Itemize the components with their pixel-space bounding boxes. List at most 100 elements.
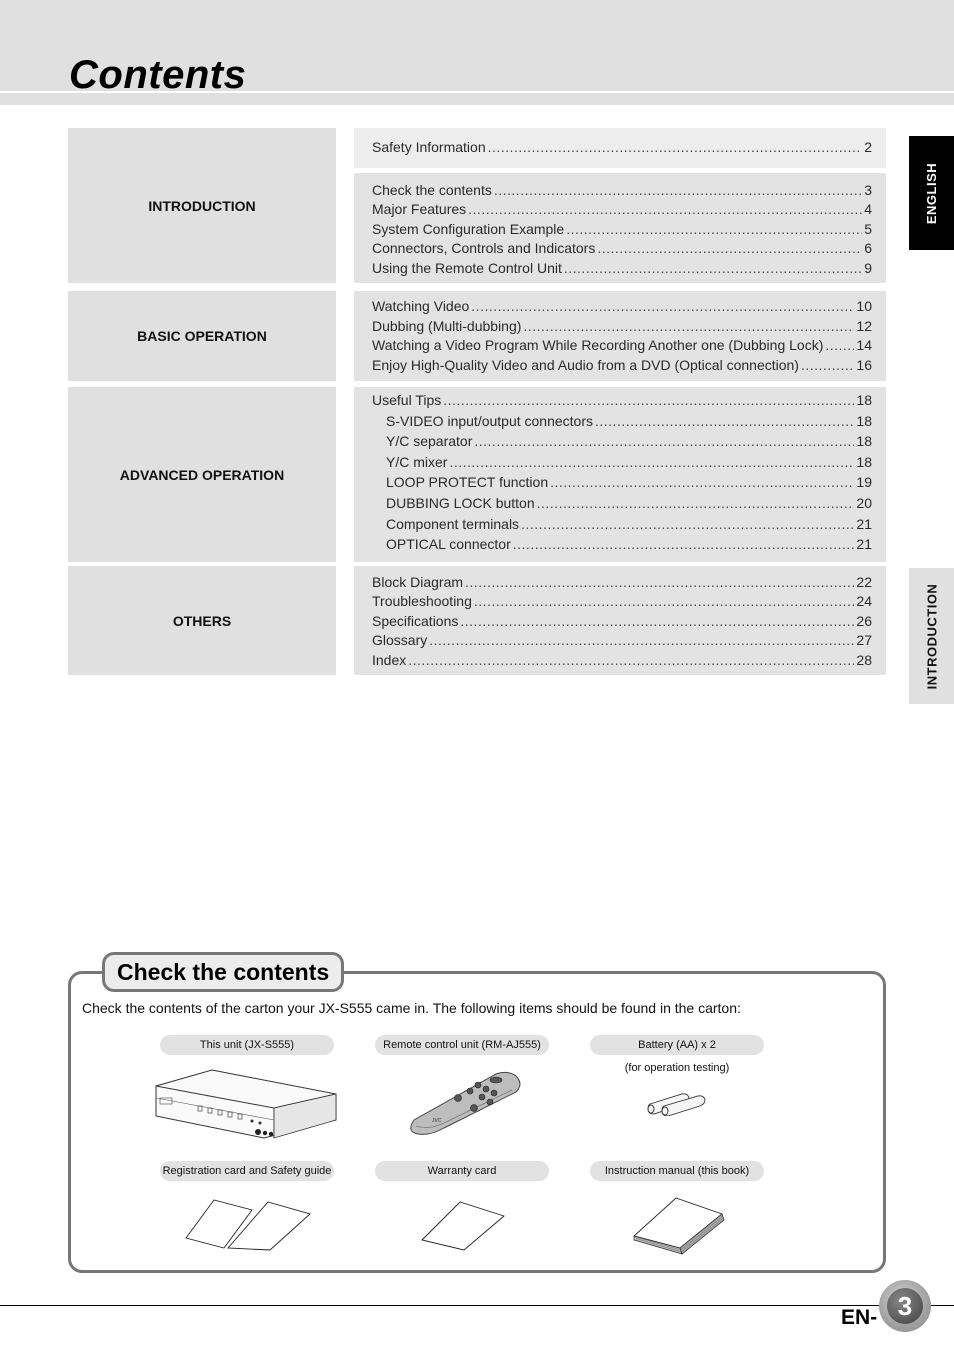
item-label: Battery (AA) x 2 bbox=[590, 1035, 764, 1055]
dot-leader bbox=[825, 335, 854, 355]
remote-control-icon: JVC bbox=[410, 1071, 521, 1135]
toc-entry[interactable]: Major Features 4 bbox=[372, 199, 872, 218]
toc-group-others: Block Diagram22Troubleshooting24Specific… bbox=[354, 566, 886, 675]
dot-leader bbox=[494, 180, 862, 200]
card-icon bbox=[421, 1201, 505, 1251]
toc-entry-title: Using the Remote Control Unit bbox=[372, 259, 562, 276]
toc-group-safety: Safety Information 2 bbox=[354, 128, 886, 168]
toc-entry[interactable]: OPTICAL connector 21 bbox=[372, 534, 872, 555]
toc-entry[interactable]: LOOP PROTECT function 19 bbox=[372, 472, 872, 493]
toc-entry-page: 20 bbox=[856, 494, 872, 511]
toc-entry-page: 19 bbox=[856, 474, 872, 491]
dot-leader bbox=[474, 591, 855, 611]
dot-leader bbox=[550, 472, 854, 492]
check-contents-title: Check the contents bbox=[102, 952, 345, 992]
toc-entry-page: 2 bbox=[864, 139, 872, 155]
toc-entry-title: Safety Information bbox=[372, 139, 486, 155]
toc-entry[interactable]: Watching a Video Program While Recording… bbox=[372, 335, 872, 355]
toc-entry[interactable]: Useful Tips 18 bbox=[372, 390, 872, 411]
toc-entry-page: 18 bbox=[856, 433, 872, 450]
toc-entry[interactable]: Troubleshooting 24 bbox=[372, 591, 872, 610]
toc-entry-page: 18 bbox=[856, 392, 872, 408]
toc-entry-page: 21 bbox=[856, 536, 872, 553]
toc-entry-page: 12 bbox=[856, 317, 872, 334]
language-tab[interactable]: ENGLISH bbox=[909, 136, 954, 250]
toc-entry-title: Index bbox=[372, 651, 407, 668]
check-contents-intro: Check the contents of the carton your JX… bbox=[82, 1000, 741, 1016]
toc-entry[interactable]: Index 28 bbox=[372, 650, 872, 669]
footer-divider bbox=[0, 1305, 954, 1306]
av-unit-icon bbox=[155, 1069, 337, 1139]
toc-entry-page: 14 bbox=[856, 337, 872, 353]
toc-entry-page: 16 bbox=[856, 356, 872, 373]
section-label: BASIC OPERATION bbox=[137, 328, 267, 344]
toc-entry[interactable]: DUBBING LOCK button 20 bbox=[372, 493, 872, 514]
dot-leader bbox=[488, 137, 863, 157]
toc-entry[interactable]: Connectors, Controls and Indicators 6 bbox=[372, 238, 872, 257]
toc-entry-title: LOOP PROTECT function bbox=[386, 474, 549, 491]
page-number: 3 bbox=[887, 1288, 923, 1324]
battery-icon bbox=[647, 1093, 706, 1116]
toc-entry[interactable]: Specifications 26 bbox=[372, 611, 872, 630]
dot-leader bbox=[537, 493, 855, 513]
toc-entry-page: 5 bbox=[864, 220, 872, 237]
toc-entry[interactable]: Block Diagram 22 bbox=[372, 572, 872, 591]
item-label: Remote control unit (RM-AJ555) bbox=[375, 1035, 549, 1055]
language-tab-label: ENGLISH bbox=[924, 162, 940, 224]
section-label: ADVANCED OPERATION bbox=[119, 466, 285, 483]
toc-entry[interactable]: Y/C separator 18 bbox=[372, 431, 872, 452]
toc-entry-page: 28 bbox=[856, 651, 872, 668]
section-tab-label: INTRODUCTION bbox=[924, 583, 940, 689]
toc-entry[interactable]: Component terminals 21 bbox=[372, 514, 872, 535]
toc-entry[interactable]: S-VIDEO input/output connectors 18 bbox=[372, 411, 872, 432]
dot-leader bbox=[429, 630, 854, 650]
toc-entry-title: Troubleshooting bbox=[372, 593, 472, 610]
toc-entry[interactable]: Dubbing (Multi-dubbing) 12 bbox=[372, 316, 872, 336]
toc-entry-title: Block Diagram bbox=[372, 574, 464, 590]
toc-entry[interactable]: Check the contents 3 bbox=[372, 180, 872, 199]
toc-entry-title: Y/C mixer bbox=[386, 453, 448, 470]
toc-group-introduction: Check the contents3Major Features4System… bbox=[354, 173, 886, 283]
item-note: (for operation testing) bbox=[624, 1062, 730, 1074]
toc-entry-title: Watching a Video Program While Recording… bbox=[372, 337, 824, 353]
dot-leader bbox=[443, 390, 854, 410]
toc-entry-title: Useful Tips bbox=[372, 392, 442, 408]
toc-entry-page: 3 bbox=[864, 182, 872, 198]
toc-entry-page: 22 bbox=[856, 574, 872, 590]
toc-entry-page: 6 bbox=[864, 240, 872, 257]
toc-section-advanced-operation: ADVANCED OPERATION bbox=[68, 387, 336, 562]
toc-entry-page: 27 bbox=[856, 632, 872, 649]
toc-entry-page: 18 bbox=[856, 412, 872, 429]
toc-entry-page: 24 bbox=[856, 593, 872, 610]
dot-leader bbox=[521, 514, 854, 534]
toc-entry-title: Component terminals bbox=[386, 515, 520, 532]
toc-entry-title: Y/C separator bbox=[386, 433, 473, 450]
toc-entry[interactable]: Enjoy High-Quality Video and Audio from … bbox=[372, 355, 872, 375]
section-label: INTRODUCTION bbox=[148, 197, 256, 214]
toc-entry[interactable]: Using the Remote Control Unit 9 bbox=[372, 258, 872, 277]
dot-leader bbox=[468, 199, 862, 219]
toc-entry-title: System Configuration Example bbox=[372, 220, 565, 237]
toc-entry-title: Specifications bbox=[372, 612, 459, 629]
toc-entry[interactable]: System Configuration Example 5 bbox=[372, 219, 872, 238]
cards-icon bbox=[185, 1199, 311, 1251]
section-tab[interactable]: INTRODUCTION bbox=[909, 568, 954, 704]
dot-leader bbox=[408, 650, 854, 670]
toc-entry-page: 18 bbox=[856, 453, 872, 470]
toc-entry[interactable]: Glossary 27 bbox=[372, 630, 872, 649]
toc-entry-title: Enjoy High-Quality Video and Audio from … bbox=[372, 356, 799, 373]
dot-leader bbox=[801, 355, 854, 375]
toc-entry-page: 26 bbox=[856, 612, 872, 629]
item-label: Instruction manual (this book) bbox=[590, 1161, 764, 1181]
toc-entry[interactable]: Safety Information 2 bbox=[372, 137, 872, 157]
dot-leader bbox=[460, 611, 854, 631]
toc-entry-page: 10 bbox=[856, 298, 872, 314]
toc-entry-title: DUBBING LOCK button bbox=[386, 494, 535, 511]
toc-entry[interactable]: Watching Video 10 bbox=[372, 296, 872, 316]
toc-entry-page: 21 bbox=[856, 515, 872, 532]
manual-book-icon bbox=[633, 1197, 725, 1255]
toc-entry-page: 4 bbox=[864, 201, 872, 218]
toc-entry[interactable]: Y/C mixer 18 bbox=[372, 452, 872, 473]
toc-entry-title: Dubbing (Multi-dubbing) bbox=[372, 317, 522, 334]
page-number-badge: 3 bbox=[879, 1280, 931, 1332]
